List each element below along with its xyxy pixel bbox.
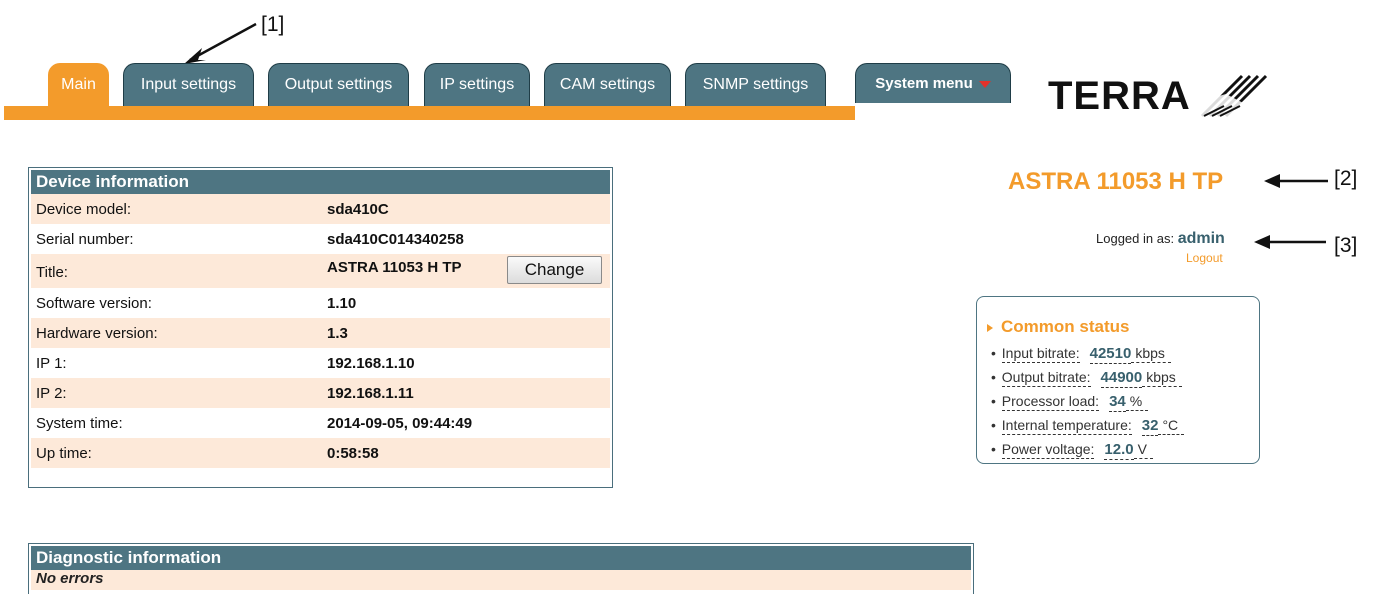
row-value: sda410C014340258: [327, 231, 464, 248]
terra-logo: TERRA: [1048, 74, 1191, 118]
table-row: IP 2: 192.168.1.11: [31, 378, 610, 408]
table-row: Hardware version: 1.3: [31, 318, 610, 348]
dropdown-arrow-icon: [978, 81, 991, 88]
diagnostic-message: No errors: [31, 570, 971, 590]
status-unit: kbps: [1131, 345, 1171, 363]
common-status-panel: Common status • Input bitrate: 42510 kbps …: [976, 296, 1260, 464]
triangle-bullet-icon: [987, 323, 993, 332]
row-label: System time:: [36, 415, 123, 432]
status-label: Processor load:: [1001, 393, 1100, 411]
logout-link[interactable]: Logout: [1186, 251, 1223, 265]
device-information-panel: Device information Device model: sda410C…: [28, 167, 613, 488]
device-title: ASTRA 11053 H TP: [1008, 168, 1224, 195]
status-value: 12.0: [1104, 441, 1134, 460]
tab-main-label: Main: [61, 75, 96, 93]
table-row: Device model: sda410C: [31, 194, 610, 224]
tab-cam-settings[interactable]: CAM settings: [544, 63, 671, 106]
row-value: 192.168.1.11: [327, 385, 414, 402]
row-label: Serial number:: [36, 231, 134, 248]
status-item: • Power voltage: 12.0 V: [991, 441, 1153, 463]
status-value: 44900: [1100, 369, 1143, 388]
status-item: • Processor load: 34%: [991, 393, 1149, 415]
tab-cam-settings-label: CAM settings: [559, 76, 656, 93]
tab-system-menu[interactable]: System menu: [855, 63, 1011, 103]
tab-snmp-settings[interactable]: SNMP settings: [685, 63, 826, 106]
diagnostic-information-panel: Diagnostic information No errors: [28, 543, 974, 594]
status-label: Input bitrate:: [1001, 345, 1080, 363]
table-row: Up time: 0:58:58: [31, 438, 610, 468]
common-status-title: Common status: [987, 317, 1129, 337]
row-value: 0:58:58: [327, 445, 379, 462]
logged-in-user: admin: [1177, 230, 1225, 247]
annotation-label-3: [3]: [1334, 234, 1358, 257]
status-item: • Output bitrate: 44900 kbps: [991, 369, 1182, 391]
row-label: IP 2:: [36, 385, 67, 402]
status-unit: kbps: [1142, 369, 1182, 387]
row-value: 1.10: [327, 295, 357, 312]
tab-input-settings-label: Input settings: [140, 76, 237, 93]
status-unit: %: [1125, 393, 1149, 411]
bullet-icon: •: [991, 417, 996, 433]
tab-main[interactable]: Main: [48, 63, 109, 106]
annotation-label-2: [2]: [1334, 167, 1358, 190]
row-value: 1.3: [327, 325, 348, 342]
tab-bar-underline: [4, 106, 855, 120]
tab-output-settings-label: Output settings: [284, 76, 393, 93]
annotation-arrow-2: [1264, 174, 1328, 188]
row-value: 2014-09-05, 09:44:49: [327, 415, 473, 432]
terra-logo-mark-icon: [1198, 74, 1268, 118]
status-value: 42510: [1089, 345, 1132, 364]
row-label: Device model:: [36, 201, 132, 218]
table-row: Serial number: sda410C014340258: [31, 224, 610, 254]
tab-system-menu-label: System menu: [875, 75, 973, 92]
logged-in-info: Logged in as: admin: [1096, 230, 1225, 248]
tab-input-settings[interactable]: Input settings: [123, 63, 254, 106]
status-item: • Internal temperature: 32 °C: [991, 417, 1185, 439]
status-unit: °C: [1158, 417, 1185, 435]
annotation-arrow-3: [1254, 235, 1326, 249]
table-row: Title: ASTRA 11053 H TP Change: [31, 254, 610, 288]
row-value: ASTRA 11053 H TP: [327, 259, 462, 276]
common-status-title-text: Common status: [1001, 317, 1130, 336]
row-label: Title:: [36, 264, 68, 281]
row-label: Hardware version:: [36, 325, 158, 342]
status-unit: V: [1133, 441, 1153, 459]
table-row: IP 1: 192.168.1.10: [31, 348, 610, 378]
annotation-arrow-1: [184, 22, 257, 64]
bullet-icon: •: [991, 441, 996, 457]
table-row: System time: 2014-09-05, 09:44:49: [31, 408, 610, 438]
row-value: sda410C: [327, 201, 389, 218]
logged-in-prefix: Logged in as:: [1096, 231, 1175, 246]
status-value: 32: [1141, 417, 1159, 436]
bullet-icon: •: [991, 393, 996, 409]
tab-output-settings[interactable]: Output settings: [268, 63, 409, 106]
change-title-button[interactable]: Change: [507, 256, 602, 284]
row-label: Software version:: [36, 295, 152, 312]
row-label: IP 1:: [36, 355, 67, 372]
status-label: Output bitrate:: [1001, 369, 1091, 387]
bullet-icon: •: [991, 345, 996, 361]
status-item: • Input bitrate: 42510 kbps: [991, 345, 1171, 367]
tab-ip-settings-label: IP settings: [439, 76, 515, 93]
tab-snmp-settings-label: SNMP settings: [702, 76, 809, 93]
diagnostic-information-header: Diagnostic information: [31, 546, 971, 570]
device-information-header: Device information: [31, 170, 610, 194]
tab-ip-settings[interactable]: IP settings: [424, 63, 530, 106]
status-label: Power voltage:: [1001, 441, 1095, 459]
bullet-icon: •: [991, 369, 996, 385]
row-label: Up time:: [36, 445, 92, 462]
row-value: 192.168.1.10: [327, 355, 415, 372]
status-label: Internal temperature:: [1001, 417, 1132, 435]
table-row: Software version: 1.10: [31, 288, 610, 318]
status-value: 34: [1109, 393, 1126, 412]
annotation-label-1: [1]: [261, 13, 285, 36]
